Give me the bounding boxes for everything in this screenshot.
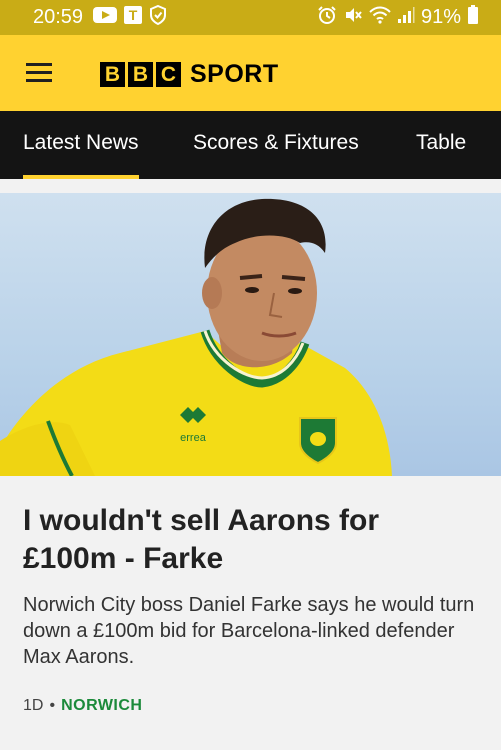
article-hero-image[interactable]: errea — [0, 193, 501, 476]
battery-icon — [467, 4, 479, 31]
app-header: B B C SPORT — [0, 35, 501, 111]
wifi-icon — [369, 6, 391, 30]
status-time: 20:59 — [33, 6, 84, 28]
shield-icon — [149, 4, 167, 31]
logo-letter-b2: B — [128, 62, 153, 87]
svg-text:T: T — [129, 7, 138, 23]
hamburger-menu-icon[interactable] — [26, 63, 52, 83]
player-photo: errea — [0, 198, 392, 476]
mute-icon — [343, 5, 363, 31]
tab-latest-news[interactable]: Latest News — [23, 111, 139, 179]
svg-text:errea: errea — [180, 432, 207, 444]
article-topic-link[interactable]: NORWICH — [61, 697, 142, 715]
status-bar: 20:59 T 91% — [0, 0, 501, 35]
separator-dot: • — [49, 697, 56, 714]
alarm-icon — [317, 5, 337, 31]
t-notification-icon: T — [123, 5, 143, 31]
article-age: 1D — [23, 697, 44, 714]
youtube-icon — [93, 6, 118, 30]
tab-table[interactable]: Table — [416, 111, 466, 179]
tab-scores-fixtures[interactable]: Scores & Fixtures — [193, 111, 359, 179]
article-meta: 1D • NORWICH — [23, 697, 142, 715]
article-summary[interactable]: Norwich City boss Daniel Farke says he w… — [23, 592, 478, 670]
battery-percent: 91% — [420, 6, 461, 28]
section-tabs: Latest News Scores & Fixtures Table — [0, 111, 501, 179]
article-headline[interactable]: I wouldn't sell Aarons for £100m - Farke — [23, 502, 478, 578]
bbc-sport-logo[interactable]: B B C SPORT — [100, 60, 279, 89]
signal-icon — [397, 6, 415, 30]
logo-word: SPORT — [190, 60, 279, 88]
logo-letter-c: C — [156, 62, 181, 87]
logo-letter-b1: B — [100, 62, 125, 87]
